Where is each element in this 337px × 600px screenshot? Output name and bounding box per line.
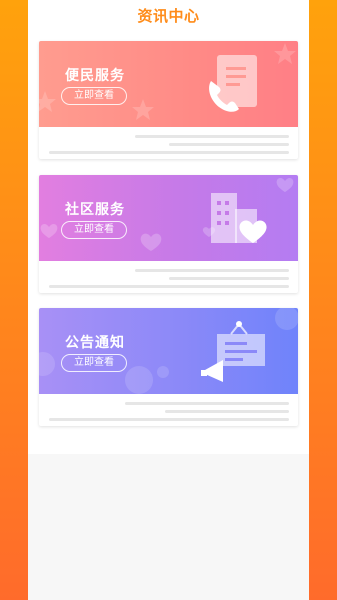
page-title: 资讯中心	[137, 6, 200, 25]
text-line-placeholder	[165, 410, 289, 413]
text-line-placeholder	[49, 151, 289, 154]
top-header: 资讯中心	[28, 0, 309, 30]
card-title: 公告通知	[65, 335, 125, 351]
card-banner: 公告通知 立即查看	[39, 308, 298, 394]
page-background	[28, 454, 309, 600]
text-line-placeholder	[49, 285, 289, 288]
text-line-placeholder	[49, 418, 289, 421]
view-now-button[interactable]: 立即查看	[61, 221, 127, 239]
card-convenience-service[interactable]: 便民服务 立即查看	[39, 41, 298, 159]
building-heart-icon	[211, 193, 267, 243]
card-list: 便民服务 立即查看 社区服务 立即查看 公告通知 立即查看	[28, 30, 309, 454]
view-now-button[interactable]: 立即查看	[61, 87, 127, 105]
phone-screen: 资讯中心 便民服务 立即查看 社区服务 立即查看 公告通知 立即查看	[28, 0, 309, 600]
card-announcement[interactable]: 公告通知 立即查看	[39, 308, 298, 426]
text-line-placeholder	[135, 269, 289, 272]
card-banner: 社区服务 立即查看	[39, 175, 298, 261]
text-line-placeholder	[125, 402, 289, 405]
card-title: 社区服务	[65, 202, 125, 218]
view-now-button[interactable]: 立即查看	[61, 354, 127, 372]
card-title: 便民服务	[65, 68, 125, 84]
phone-document-icon	[209, 55, 257, 112]
text-line-placeholder	[135, 135, 289, 138]
card-community-service[interactable]: 社区服务 立即查看	[39, 175, 298, 293]
megaphone-notice-icon	[201, 321, 265, 382]
card-banner: 便民服务 立即查看	[39, 41, 298, 127]
text-line-placeholder	[169, 143, 289, 146]
text-line-placeholder	[169, 277, 289, 280]
